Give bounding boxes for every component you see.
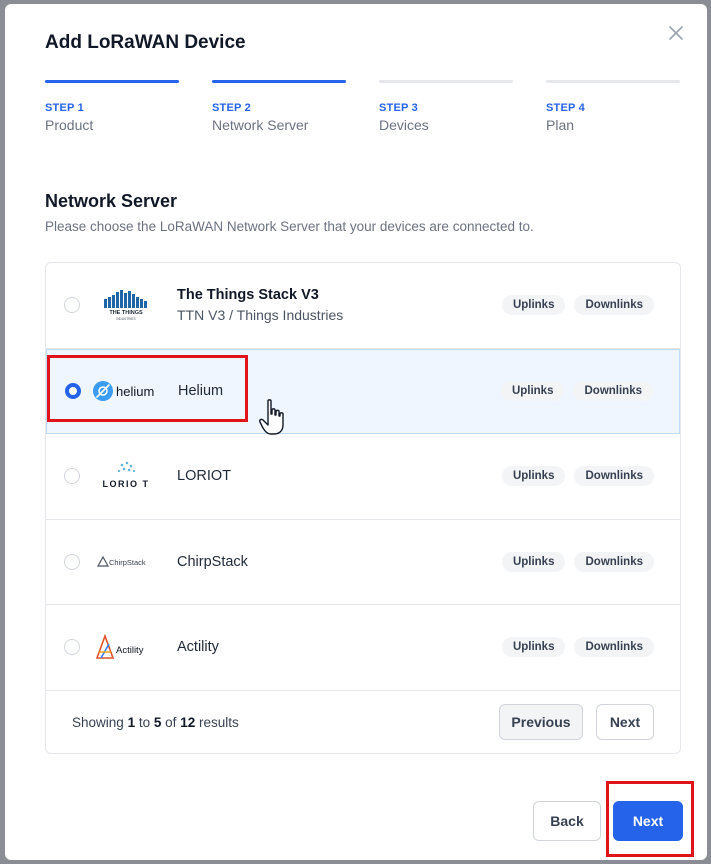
step-number: STEP 1 [45,102,84,114]
server-name: ChirpStack [177,553,248,570]
server-name: Actility [177,639,219,656]
step-name: Plan [546,117,575,133]
downlinks-badge: Downlinks [574,295,654,316]
step-progress-bar [45,80,179,83]
network-server-list: THE THINGS INDUSTRIES The Things Stack V… [45,262,681,754]
range-start: 1 [127,714,136,730]
previous-page-button[interactable]: Previous [499,704,583,740]
the-things-logo: THE THINGS INDUSTRIES [92,285,160,325]
loriot-logo: LORIO T [92,456,160,496]
stepper: STEP 1 Product STEP 2 Network Server STE… [45,80,681,133]
capability-tags: Uplinks Downlinks [501,295,654,316]
server-names: ChirpStack [177,554,248,570]
downlinks-badge: Downlinks [573,381,653,402]
step-progress-bar [546,80,680,83]
server-row-the-things-stack[interactable]: THE THINGS INDUSTRIES The Things Stack V… [46,263,680,349]
step-2: STEP 2 Network Server [212,80,346,133]
logo-text: THE THINGS [109,310,143,316]
server-names: LORIOT [177,468,231,484]
range-end: 5 [153,714,162,730]
section-description: Please choose the LoRaWAN Network Server… [45,219,534,234]
capability-tags: Uplinks Downlinks [500,381,653,402]
radio-button[interactable] [64,297,80,314]
server-names: Actility [177,639,219,655]
chirpstack-logo: ChirpStack [92,542,160,582]
radio-button[interactable] [64,639,80,656]
logo-subtext: INDUSTRIES [116,317,135,321]
close-icon[interactable] [665,22,687,44]
logo-text: LORIO T [103,479,150,489]
step-name: Devices [379,117,429,133]
server-names: The Things Stack V3 TTN V3 / Things Indu… [177,287,343,323]
uplinks-badge: Uplinks [501,551,566,572]
capability-tags: Uplinks Downlinks [501,466,654,487]
add-device-dialog: Add LoRaWAN Device STEP 1 Product STEP 2… [5,4,707,860]
uplinks-badge: Uplinks [501,295,566,316]
radio-button[interactable] [64,468,80,485]
uplinks-badge: Uplinks [501,637,566,658]
step-name: Network Server [212,117,309,133]
server-name: The Things Stack V3 [177,287,319,304]
dialog-title: Add LoRaWAN Device [45,32,246,53]
actility-logo: Actility [92,627,160,667]
server-subtitle: TTN V3 / Things Industries [177,307,344,324]
step-4: STEP 4 Plan [546,80,680,133]
step-progress-bar [379,80,513,83]
radio-button-selected[interactable] [65,383,81,400]
step-name: Product [45,117,94,133]
server-row-actility[interactable]: Actility Actility Uplinks Downlinks [46,605,680,691]
logo-text: helium [116,384,154,399]
server-row-chirpstack[interactable]: ChirpStack ChirpStack Uplinks Downlinks [46,520,680,605]
capability-tags: Uplinks Downlinks [501,551,654,572]
capability-tags: Uplinks Downlinks [501,637,654,658]
downlinks-badge: Downlinks [574,637,654,658]
to-label: to [138,714,151,730]
next-page-button[interactable]: Next [596,704,654,740]
step-3: STEP 3 Devices [379,80,513,133]
next-button[interactable]: Next [613,801,683,841]
server-names: Helium [178,383,223,399]
back-button[interactable]: Back [533,801,601,841]
downlinks-badge: Downlinks [574,466,654,487]
helium-logo: helium [91,371,165,411]
results-summary: Showing 1 to 5 of 12 results [72,715,239,730]
logo-text: ChirpStack [109,558,146,567]
of-label: of [165,714,177,730]
downlinks-badge: Downlinks [574,551,654,572]
server-name: Helium [178,383,224,400]
step-number: STEP 3 [379,102,418,114]
server-row-loriot[interactable]: LORIO T LORIOT Uplinks Downlinks [46,434,680,520]
section-title: Network Server [45,191,178,211]
uplinks-badge: Uplinks [501,466,566,487]
total-count: 12 [180,714,196,730]
server-name: LORIOT [177,468,231,485]
hand-cursor-icon [259,399,284,435]
step-number: STEP 4 [546,102,585,114]
step-number: STEP 2 [212,102,251,114]
results-label: results [198,714,239,730]
pagination: Showing 1 to 5 of 12 results Previous Ne… [46,691,680,753]
step-1: STEP 1 Product [45,80,179,133]
step-progress-bar [212,80,346,83]
showing-label: Showing [72,714,124,730]
server-row-helium[interactable]: helium Helium Uplinks Downlinks [46,348,680,434]
uplinks-badge: Uplinks [500,381,565,402]
radio-button[interactable] [64,553,80,570]
logo-text: Actility [116,645,144,656]
